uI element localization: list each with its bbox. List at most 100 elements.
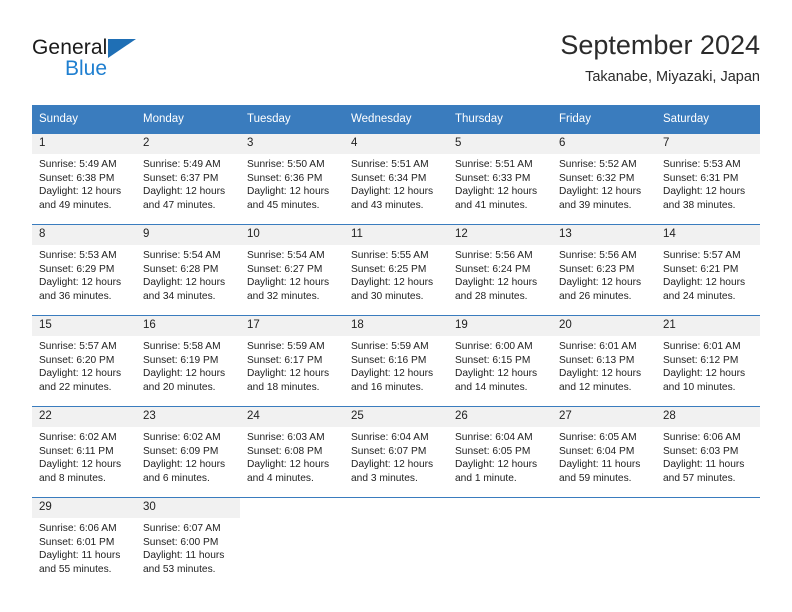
sunrise-text: Sunrise: 5:53 AM <box>39 250 117 261</box>
day-cell[interactable]: 12 Sunrise: 5:56 AM Sunset: 6:24 PM Dayl… <box>448 224 552 316</box>
calendar-week-row: 29 Sunrise: 6:06 AM Sunset: 6:01 PM Dayl… <box>32 497 760 588</box>
weekday-header-thursday: Thursday <box>448 105 552 134</box>
day-cell[interactable]: 3 Sunrise: 5:50 AM Sunset: 6:36 PM Dayli… <box>240 133 344 225</box>
daylight-text-line2: and 38 minutes. <box>663 199 736 211</box>
day-number: 19 <box>448 316 552 336</box>
day-number: 18 <box>344 316 448 336</box>
daylight-text-line1: Daylight: 12 hours <box>351 186 434 198</box>
day-cell[interactable]: 11 Sunrise: 5:55 AM Sunset: 6:25 PM Dayl… <box>344 224 448 316</box>
sunrise-text: Sunrise: 5:49 AM <box>143 159 221 170</box>
daylight-text-line1: Daylight: 12 hours <box>247 186 330 198</box>
day-cell[interactable]: 19 Sunrise: 6:00 AM Sunset: 6:15 PM Dayl… <box>448 315 552 407</box>
day-cell-empty <box>344 497 448 588</box>
sunset-text: Sunset: 6:38 PM <box>39 172 115 184</box>
daylight-text-line1: Daylight: 12 hours <box>663 277 746 289</box>
sunset-text: Sunset: 6:34 PM <box>351 172 427 184</box>
day-number: 26 <box>448 407 552 427</box>
day-number: 8 <box>32 225 136 245</box>
daylight-text-line2: and 41 minutes. <box>455 199 528 211</box>
day-cell[interactable]: 5 Sunrise: 5:51 AM Sunset: 6:33 PM Dayli… <box>448 133 552 225</box>
day-details: Sunrise: 6:04 AM Sunset: 6:07 PM Dayligh… <box>344 427 448 485</box>
daylight-text-line2: and 10 minutes. <box>663 381 736 393</box>
sunrise-text: Sunrise: 5:57 AM <box>39 341 117 352</box>
sunrise-text: Sunrise: 5:51 AM <box>455 159 533 170</box>
day-cell[interactable]: 6 Sunrise: 5:52 AM Sunset: 6:32 PM Dayli… <box>552 133 656 225</box>
day-cell[interactable]: 14 Sunrise: 5:57 AM Sunset: 6:21 PM Dayl… <box>656 224 760 316</box>
daylight-text-line2: and 24 minutes. <box>663 290 736 302</box>
calendar-week-row: 1 Sunrise: 5:49 AM Sunset: 6:38 PM Dayli… <box>32 133 760 225</box>
calendar-week-row: 8 Sunrise: 5:53 AM Sunset: 6:29 PM Dayli… <box>32 224 760 316</box>
day-cell[interactable]: 23 Sunrise: 6:02 AM Sunset: 6:09 PM Dayl… <box>136 406 240 498</box>
day-cell[interactable]: 10 Sunrise: 5:54 AM Sunset: 6:27 PM Dayl… <box>240 224 344 316</box>
day-cell[interactable]: 20 Sunrise: 6:01 AM Sunset: 6:13 PM Dayl… <box>552 315 656 407</box>
day-details: Sunrise: 5:52 AM Sunset: 6:32 PM Dayligh… <box>552 154 656 212</box>
day-number: 23 <box>136 407 240 427</box>
day-cell[interactable]: 28 Sunrise: 6:06 AM Sunset: 6:03 PM Dayl… <box>656 406 760 498</box>
day-number: 25 <box>344 407 448 427</box>
day-details: Sunrise: 6:01 AM Sunset: 6:13 PM Dayligh… <box>552 336 656 394</box>
day-details: Sunrise: 5:55 AM Sunset: 6:25 PM Dayligh… <box>344 245 448 303</box>
day-details: Sunrise: 5:57 AM Sunset: 6:21 PM Dayligh… <box>656 245 760 303</box>
day-cell[interactable]: 16 Sunrise: 5:58 AM Sunset: 6:19 PM Dayl… <box>136 315 240 407</box>
day-details: Sunrise: 5:49 AM Sunset: 6:38 PM Dayligh… <box>32 154 136 212</box>
page-subtitle-location: Takanabe, Miyazaki, Japan <box>585 69 760 85</box>
title-block: September 2024 Takanabe, Miyazaki, Japan <box>560 28 760 87</box>
day-cell[interactable]: 13 Sunrise: 5:56 AM Sunset: 6:23 PM Dayl… <box>552 224 656 316</box>
sunrise-text: Sunrise: 5:54 AM <box>143 250 221 261</box>
sunrise-text: Sunrise: 5:52 AM <box>559 159 637 170</box>
day-cell[interactable]: 1 Sunrise: 5:49 AM Sunset: 6:38 PM Dayli… <box>32 133 136 225</box>
daylight-text-line1: Daylight: 11 hours <box>663 459 745 471</box>
sunrise-text: Sunrise: 6:07 AM <box>143 523 221 534</box>
day-cell[interactable]: 25 Sunrise: 6:04 AM Sunset: 6:07 PM Dayl… <box>344 406 448 498</box>
day-details: Sunrise: 6:00 AM Sunset: 6:15 PM Dayligh… <box>448 336 552 394</box>
daylight-text-line1: Daylight: 12 hours <box>351 368 434 380</box>
day-number: 4 <box>344 134 448 154</box>
day-cell[interactable]: 15 Sunrise: 5:57 AM Sunset: 6:20 PM Dayl… <box>32 315 136 407</box>
daylight-text-line2: and 32 minutes. <box>247 290 320 302</box>
day-number: 3 <box>240 134 344 154</box>
sunset-text: Sunset: 6:29 PM <box>39 263 115 275</box>
day-number: 2 <box>136 134 240 154</box>
day-cell[interactable]: 30 Sunrise: 6:07 AM Sunset: 6:00 PM Dayl… <box>136 497 240 588</box>
sunset-text: Sunset: 6:05 PM <box>455 445 531 457</box>
daylight-text-line1: Daylight: 12 hours <box>455 277 538 289</box>
day-cell[interactable]: 21 Sunrise: 6:01 AM Sunset: 6:12 PM Dayl… <box>656 315 760 407</box>
day-cell[interactable]: 27 Sunrise: 6:05 AM Sunset: 6:04 PM Dayl… <box>552 406 656 498</box>
sunrise-text: Sunrise: 6:01 AM <box>559 341 637 352</box>
daylight-text-line1: Daylight: 12 hours <box>143 368 226 380</box>
sunset-text: Sunset: 6:12 PM <box>663 354 739 366</box>
day-cell[interactable]: 18 Sunrise: 5:59 AM Sunset: 6:16 PM Dayl… <box>344 315 448 407</box>
daylight-text-line2: and 22 minutes. <box>39 381 112 393</box>
day-cell[interactable]: 7 Sunrise: 5:53 AM Sunset: 6:31 PM Dayli… <box>656 133 760 225</box>
weekday-header-wednesday: Wednesday <box>344 105 448 134</box>
sunset-text: Sunset: 6:13 PM <box>559 354 635 366</box>
daylight-text-line2: and 53 minutes. <box>143 563 216 575</box>
day-cell[interactable]: 9 Sunrise: 5:54 AM Sunset: 6:28 PM Dayli… <box>136 224 240 316</box>
day-cell[interactable]: 8 Sunrise: 5:53 AM Sunset: 6:29 PM Dayli… <box>32 224 136 316</box>
daylight-text-line2: and 30 minutes. <box>351 290 424 302</box>
daylight-text-line2: and 14 minutes. <box>455 381 528 393</box>
sunset-text: Sunset: 6:33 PM <box>455 172 531 184</box>
calendar-body: 1 Sunrise: 5:49 AM Sunset: 6:38 PM Dayli… <box>32 133 760 588</box>
daylight-text-line2: and 34 minutes. <box>143 290 216 302</box>
day-details: Sunrise: 5:49 AM Sunset: 6:37 PM Dayligh… <box>136 154 240 212</box>
day-number <box>240 498 344 505</box>
day-details: Sunrise: 6:07 AM Sunset: 6:00 PM Dayligh… <box>136 518 240 576</box>
day-cell[interactable]: 22 Sunrise: 6:02 AM Sunset: 6:11 PM Dayl… <box>32 406 136 498</box>
day-cell[interactable]: 17 Sunrise: 5:59 AM Sunset: 6:17 PM Dayl… <box>240 315 344 407</box>
day-cell[interactable]: 29 Sunrise: 6:06 AM Sunset: 6:01 PM Dayl… <box>32 497 136 588</box>
sunrise-text: Sunrise: 6:04 AM <box>455 432 533 443</box>
day-cell[interactable]: 26 Sunrise: 6:04 AM Sunset: 6:05 PM Dayl… <box>448 406 552 498</box>
sunset-text: Sunset: 6:36 PM <box>247 172 323 184</box>
general-blue-logo: General Blue <box>32 36 162 84</box>
day-cell[interactable]: 4 Sunrise: 5:51 AM Sunset: 6:34 PM Dayli… <box>344 133 448 225</box>
day-cell-empty <box>240 497 344 588</box>
month-calendar-table: Sunday Monday Tuesday Wednesday Thursday… <box>32 105 760 588</box>
day-cell[interactable]: 2 Sunrise: 5:49 AM Sunset: 6:37 PM Dayli… <box>136 133 240 225</box>
weekday-header-monday: Monday <box>136 105 240 134</box>
daylight-text-line2: and 43 minutes. <box>351 199 424 211</box>
weekday-header-tuesday: Tuesday <box>240 105 344 134</box>
day-cell[interactable]: 24 Sunrise: 6:03 AM Sunset: 6:08 PM Dayl… <box>240 406 344 498</box>
sunrise-text: Sunrise: 5:50 AM <box>247 159 325 170</box>
day-number: 15 <box>32 316 136 336</box>
